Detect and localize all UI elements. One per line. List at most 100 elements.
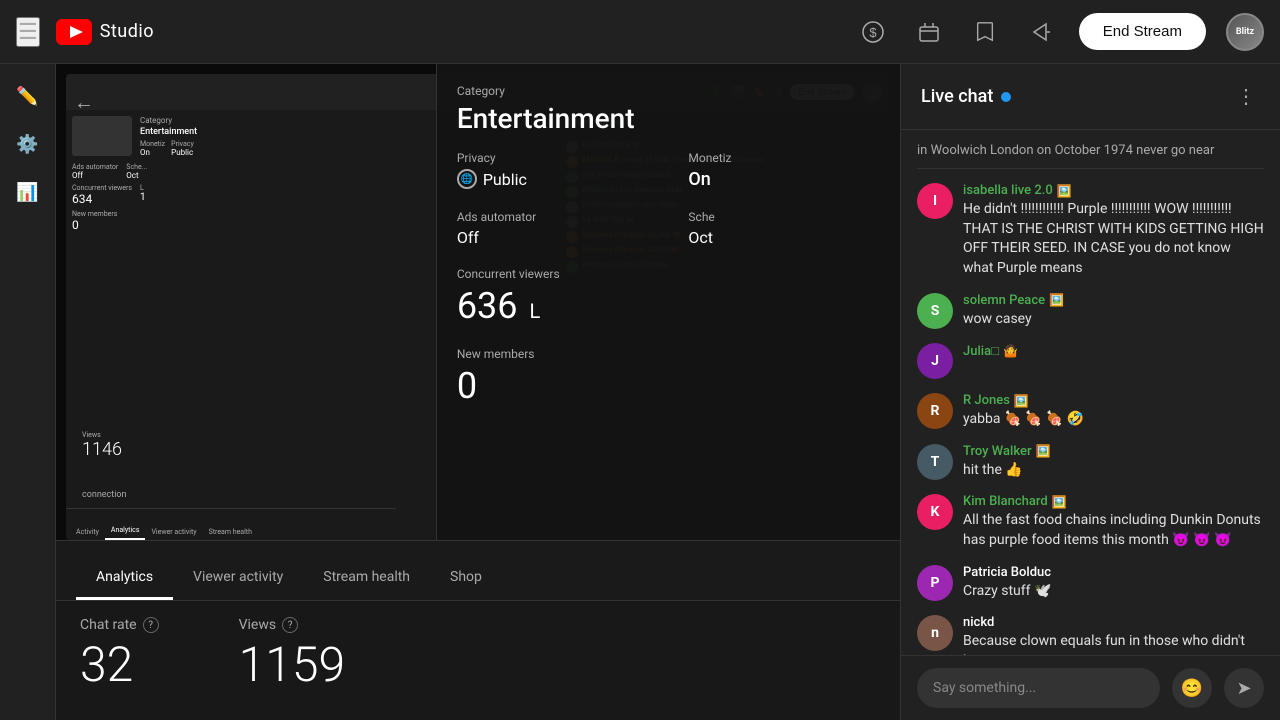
msg-name: nickd (963, 615, 1264, 630)
views-help-icon[interactable]: ? (282, 617, 298, 633)
public-icon: 🌐 (457, 169, 477, 189)
concurrent-field: Concurrent viewers 636 L (457, 267, 880, 327)
chat-rate-field: Chat rate ? 32 (80, 617, 159, 689)
logo-area: Studio (56, 19, 154, 45)
category-label: Category (457, 84, 880, 98)
chat-live-dot (1001, 92, 1011, 102)
msg-content: solemn Peace 🖼️ wow casey (963, 293, 1264, 330)
back-button[interactable]: ← (66, 84, 102, 123)
monetize-field: Monetiz On (688, 151, 880, 190)
ads-schedule-row: Ads automator Off Sche Oct (457, 210, 880, 247)
settings-panel: Category Entertainment Privacy 🌐 Public (436, 64, 900, 540)
bottom-tabs: Analytics Viewer activity Stream health … (56, 540, 900, 600)
chat-send-button[interactable]: ➤ (1224, 668, 1264, 708)
msg-content: Patricia Bolduc Crazy stuff 🕊️ (963, 565, 1264, 602)
chat-rate-value: 32 (80, 641, 159, 689)
tab-viewer-activity[interactable]: Viewer activity (173, 557, 303, 600)
top-nav: ☰ Studio $ (0, 0, 1280, 64)
list-item: J Julia□ 🤷 (917, 343, 1264, 379)
svg-text:$: $ (869, 25, 877, 40)
msg-avatar: R (917, 393, 953, 429)
schedule-value: Oct (688, 228, 880, 247)
concurrent-label: Concurrent viewers (457, 267, 880, 281)
msg-name: Julia□ 🤷 (963, 343, 1264, 359)
partial-message: in Woolwich London on October 1974 never… (917, 142, 1264, 169)
bookmark-icon (975, 21, 995, 43)
chat-title-text: Live chat (921, 86, 993, 107)
msg-name: R Jones 🖼️ (963, 393, 1264, 408)
clips-nav-button[interactable] (911, 14, 947, 50)
dollar-icon: $ (862, 21, 884, 43)
sidebar-edit-button[interactable]: ✏️ (8, 76, 48, 116)
msg-content: Kim Blanchard 🖼️ All the fast food chain… (963, 494, 1264, 550)
studio-label: Studio (100, 21, 154, 42)
ads-label: Ads automator (457, 210, 649, 224)
chat-messages-list: in Woolwich London on October 1974 never… (901, 130, 1280, 655)
monetize-label: Monetiz (688, 151, 880, 165)
chat-input-placeholder: Say something... (933, 680, 1036, 696)
sidebar-settings-button[interactable]: ⚙️ (8, 124, 48, 164)
msg-avatar: J (917, 343, 953, 379)
msg-name: isabella live 2.0 🖼️ (963, 183, 1264, 198)
sidebar-dashboard-button[interactable]: 📊 (8, 172, 48, 212)
category-value: Entertainment (457, 102, 880, 135)
tab-analytics[interactable]: Analytics (76, 557, 173, 600)
share-nav-button[interactable] (1023, 14, 1059, 50)
list-item: P Patricia Bolduc Crazy stuff 🕊️ (917, 565, 1264, 602)
msg-content: nickd Because clown equals fun in those … (963, 615, 1264, 655)
privacy-field: Privacy 🌐 Public (457, 151, 649, 190)
clapper-icon (918, 21, 940, 43)
list-item: S solemn Peace 🖼️ wow casey (917, 293, 1264, 330)
views-field: Views ? 1159 (239, 617, 346, 689)
chat-emoji-button[interactable]: 😊 (1172, 668, 1212, 708)
msg-name: Kim Blanchard 🖼️ (963, 494, 1264, 509)
tab-shop[interactable]: Shop (430, 557, 502, 600)
monetize-value: On (688, 169, 880, 190)
views-label: Views ? (239, 617, 346, 633)
chat-title: Live chat (921, 86, 1232, 107)
chat-input-area[interactable]: Say something... (917, 668, 1160, 708)
msg-name: solemn Peace 🖼️ (963, 293, 1264, 308)
privacy-value: 🌐 Public (457, 169, 649, 189)
live-chat-panel: Live chat ⋮ in Woolwich London on Octobe… (900, 64, 1280, 720)
avatar-text: Blitz (1236, 27, 1254, 37)
ads-field: Ads automator Off (457, 210, 649, 247)
schedule-field: Sche Oct (688, 210, 880, 247)
new-members-label: New members (457, 347, 880, 361)
msg-avatar: P (917, 565, 953, 601)
new-members-row: New members 0 (457, 347, 880, 407)
nav-icons: $ End Stream Blitz (855, 13, 1264, 51)
save-nav-button[interactable] (967, 14, 1003, 50)
stream-preview-panel: ← 💲 🎬 🔖 ↗ End Stream (56, 64, 900, 540)
youtube-logo-icon (56, 19, 92, 45)
msg-content: Julia□ 🤷 (963, 343, 1264, 361)
msg-content: R Jones 🖼️ yabba 🍖 🍖 🍖 🤣 (963, 393, 1264, 430)
list-item: I isabella live 2.0 🖼️ He didn't !!!!!!!… (917, 183, 1264, 278)
main-layout: ✏️ ⚙️ 📊 ← 💲 🎬 🔖 ↗ (0, 64, 1280, 720)
msg-avatar: K (917, 494, 953, 530)
ads-value: Off (457, 228, 649, 247)
chat-footer: Say something... 😊 ➤ (901, 655, 1280, 720)
center-content: ← 💲 🎬 🔖 ↗ End Stream (56, 64, 900, 720)
monetize-nav-button[interactable]: $ (855, 14, 891, 50)
concurrent-value: 636 (457, 285, 518, 327)
new-members-value: 0 (457, 365, 880, 407)
chat-rate-label: Chat rate ? (80, 617, 159, 633)
end-stream-button[interactable]: End Stream (1079, 13, 1206, 50)
tab-stream-health[interactable]: Stream health (303, 557, 430, 600)
msg-avatar: I (917, 183, 953, 219)
msg-content: Troy Walker 🖼️ hit the 👍 (963, 444, 1264, 481)
msg-avatar: S (917, 293, 953, 329)
msg-content: isabella live 2.0 🖼️ He didn't !!!!!!!!!… (963, 183, 1264, 278)
hamburger-button[interactable]: ☰ (16, 17, 40, 47)
analytics-panel: Chat rate ? 32 Views ? 1159 (56, 600, 900, 720)
msg-avatar: n (917, 615, 953, 651)
live-value: L (530, 299, 541, 323)
chat-more-button[interactable]: ⋮ (1232, 80, 1260, 113)
avatar[interactable]: Blitz (1226, 13, 1264, 51)
msg-name: Patricia Bolduc (963, 565, 1264, 580)
chat-rate-help-icon[interactable]: ? (143, 617, 159, 633)
left-sidebar: ✏️ ⚙️ 📊 (0, 64, 56, 720)
views-value: 1159 (239, 641, 346, 689)
share-icon (1030, 21, 1052, 43)
